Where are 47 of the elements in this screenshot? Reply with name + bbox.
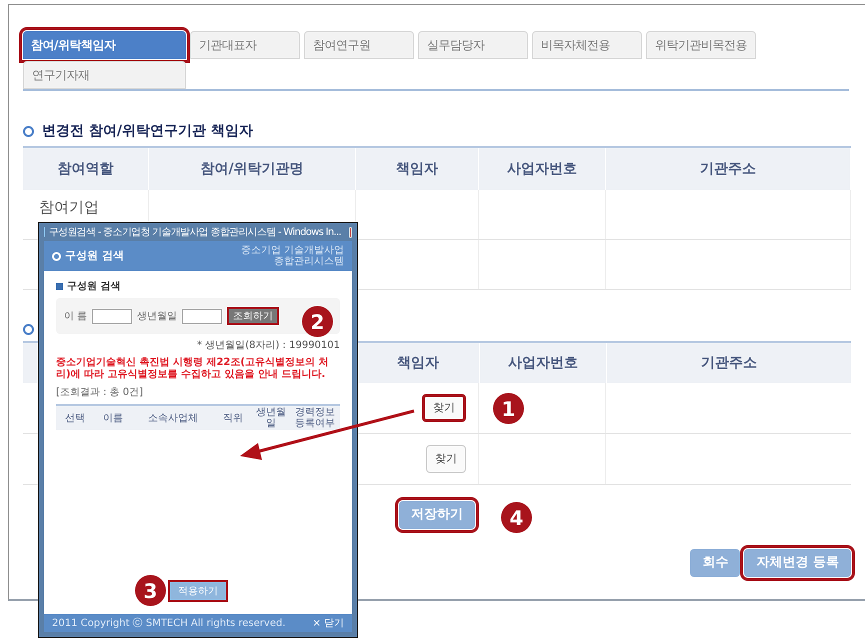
notice-text: 중소기업기술혁신 촉진법 시행령 제22조(고유식별정보의 처리)에 따라 고유식별정보를 수집하고 있음을 안내 드립니다. xyxy=(56,357,330,381)
column-header: 책임자 xyxy=(356,148,479,190)
hint-text: * 생년월일(8자리) : 19990101 xyxy=(197,339,340,353)
window-title: 구성원검색 - 중소기업청 기술개발사업 종합관리시스템 - Windows In... xyxy=(48,226,341,240)
column-header: 사업자번호 xyxy=(479,343,606,383)
column-header: 생년월일 xyxy=(255,407,287,429)
input-field[interactable] xyxy=(92,308,132,324)
close-button[interactable]: × 닫기 xyxy=(312,616,344,630)
column-header: 사업자번호 xyxy=(479,148,606,190)
logo-text: 중소기업 기술개발사업 종합관리시스템 xyxy=(240,245,344,267)
save-button[interactable]: 저장하기 xyxy=(399,501,475,529)
tab[interactable]: 기관대표자 xyxy=(190,31,300,59)
find-button[interactable]: 찾기 xyxy=(422,394,466,422)
step-marker: 4 xyxy=(501,502,532,533)
copyright-text: 2011 Copyright ⓒ SMTECH All rights reserved. xyxy=(52,616,286,630)
column-header: 경력정보 등록여부 xyxy=(294,407,336,429)
section-title: 구성원 검색 xyxy=(67,280,120,294)
footer-button[interactable]: 자체변경 등록 xyxy=(744,549,851,577)
column-header: 기관주소 xyxy=(606,148,851,190)
column-header: 참여역할 xyxy=(23,148,149,190)
tab[interactable]: 실무담당자 xyxy=(418,31,528,59)
column-header: 소속사업체 xyxy=(147,412,199,424)
tab[interactable]: 연구기자재 xyxy=(23,61,186,89)
find-button[interactable]: 찾기 xyxy=(426,445,466,473)
table-cell-text: 참여기업 xyxy=(39,197,99,218)
tab[interactable]: 참여/위탁책임자 xyxy=(23,31,186,59)
column-header: 기관주소 xyxy=(606,343,851,383)
tab[interactable]: 위탁기관비목전용 xyxy=(646,31,756,59)
section-icon xyxy=(23,126,34,137)
result-count: [조회결과 : 총 0건] xyxy=(56,386,144,400)
step-marker: 1 xyxy=(493,393,524,424)
column-header: 직위 xyxy=(222,412,244,424)
section-title: 변경전 참여/위탁연구기관 책임자 xyxy=(42,122,253,141)
apply-button[interactable]: 적용하기 xyxy=(168,580,228,602)
tab[interactable]: 비목자체전용 xyxy=(532,31,642,59)
field-label: 생년월일 xyxy=(137,310,178,324)
column-header: 참여/위탁기관명 xyxy=(149,148,356,190)
input-field[interactable] xyxy=(182,308,222,324)
field-label: 이 름 xyxy=(64,310,88,324)
section-icon xyxy=(56,283,63,290)
column-header: 선택 xyxy=(64,412,86,424)
section-icon xyxy=(23,324,34,335)
popup-heading: 구성원 검색 xyxy=(65,248,124,264)
search-button[interactable]: 조회하기 xyxy=(227,307,280,325)
column-header: 이름 xyxy=(102,412,124,424)
tab[interactable]: 참여연구원 xyxy=(304,31,414,59)
footer-button[interactable]: 회수 xyxy=(690,549,740,577)
